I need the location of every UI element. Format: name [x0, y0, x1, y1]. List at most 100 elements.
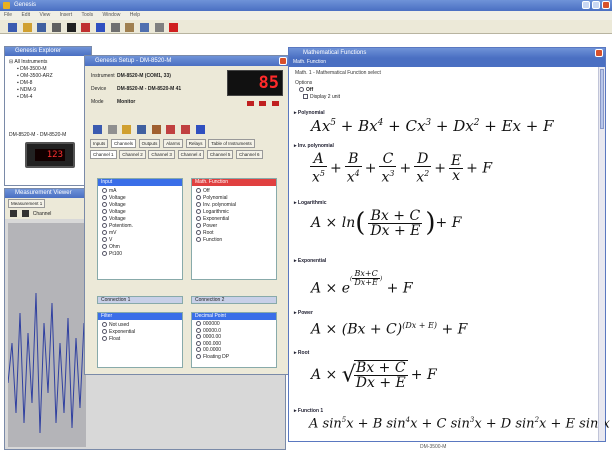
tree-item-root[interactable]: ⊟ All Instruments	[9, 59, 87, 66]
new-icon[interactable]	[8, 23, 17, 32]
arrow-left-icon[interactable]	[181, 125, 191, 134]
subtab-channel-1[interactable]: Channel 1	[90, 150, 117, 159]
write-icon[interactable]	[107, 125, 117, 134]
close-button[interactable]	[602, 1, 610, 9]
input-option[interactable]: Voltage	[102, 195, 178, 202]
math-scrollbar[interactable]	[598, 67, 605, 441]
math-option-display[interactable]: Display 2 unit	[289, 94, 605, 101]
menu-insert[interactable]: Insert	[60, 12, 73, 18]
subtab-channel-3[interactable]: Channel 3	[148, 150, 175, 159]
setup-toolbar	[85, 124, 289, 138]
math-options: Off Polynomial Inv. polynomial Logarithm…	[192, 186, 276, 246]
math-option[interactable]: Power	[196, 223, 272, 230]
record-icon[interactable]	[22, 210, 30, 217]
minimize-button[interactable]	[582, 1, 590, 9]
math-icon[interactable]	[140, 23, 150, 32]
input-option[interactable]: Voltage	[102, 216, 178, 223]
formula-logarithmic: A × ln(Bx + C Dx + E)+ F	[311, 207, 462, 239]
save-icon[interactable]	[37, 23, 47, 32]
input-group-title: Input	[98, 179, 182, 186]
chart-icon[interactable]	[96, 23, 106, 32]
tab-outputs[interactable]: Outputs	[138, 139, 161, 148]
arrow-right-icon[interactable]	[166, 125, 176, 134]
formula-inv-polynomial: Ax5 + Bx4 + Cx3 + Dx2 + Ex + F	[310, 151, 493, 186]
math-subheading: Math. 1 - Mathematical Function select	[295, 70, 381, 76]
filter-option[interactable]: Float	[102, 336, 178, 343]
menu-window[interactable]: Window	[103, 12, 121, 18]
status-text: DM-3500-M	[420, 444, 447, 450]
tab-channels[interactable]: Channels	[110, 139, 136, 148]
tab-table[interactable]: Table of Instruments	[208, 139, 255, 148]
device-button-icon[interactable]	[246, 101, 254, 106]
play-icon[interactable]	[10, 210, 17, 217]
open-icon[interactable]	[22, 23, 32, 32]
input-option[interactable]: Potentiom.	[102, 223, 178, 230]
device-display: 123	[35, 149, 65, 161]
math-group-title: Math. Function	[192, 179, 276, 186]
input-option[interactable]: Voltage	[102, 209, 178, 216]
math-option[interactable]: Inv. polynomial	[196, 202, 272, 209]
measure-icon[interactable]	[81, 23, 91, 32]
math-heading-bar: Math. Function	[289, 58, 605, 67]
device-button-icon[interactable]	[272, 101, 279, 106]
math-close-button[interactable]	[595, 49, 603, 57]
menu-tools[interactable]: Tools	[81, 12, 93, 18]
device-button-icon[interactable]	[259, 101, 267, 106]
filter-option[interactable]: Exponential	[102, 329, 178, 336]
function-label-polynomial: ▸ Polynomial	[294, 110, 325, 116]
compare-icon[interactable]	[151, 125, 161, 134]
input-option[interactable]: mV	[102, 230, 178, 237]
input-options: mA Voltage Voltage Voltage Voltage Poten…	[98, 186, 182, 260]
input-option[interactable]: Pt100	[102, 251, 178, 258]
setup-icon[interactable]	[110, 23, 120, 32]
tab-measurement-1[interactable]: Measurement 1	[8, 199, 46, 208]
subtab-channel-2[interactable]: Channel 2	[119, 150, 146, 159]
chart-icon[interactable]	[195, 125, 205, 134]
tree-item[interactable]: ▪ NDM-9	[9, 87, 87, 94]
menu-view[interactable]: View	[39, 12, 50, 18]
input-option[interactable]: V	[102, 237, 178, 244]
decimal-option[interactable]: Floating DP	[196, 354, 272, 361]
subtab-channel-4[interactable]: Channel 4	[177, 150, 205, 159]
save-icon[interactable]	[137, 125, 147, 134]
maximize-button[interactable]	[592, 1, 600, 9]
filter-option[interactable]: Not used	[102, 322, 178, 329]
math-option[interactable]: Logarithmic	[196, 209, 272, 216]
tab-relays[interactable]: Relays	[185, 139, 206, 148]
wrench-icon[interactable]	[125, 23, 135, 32]
open-icon[interactable]	[122, 125, 132, 134]
math-option[interactable]: Polynomial	[196, 195, 272, 202]
tab-inputs[interactable]: Inputs	[90, 139, 109, 148]
tab-alarms[interactable]: Alarms	[163, 139, 184, 148]
math-option[interactable]: Off	[196, 188, 272, 195]
math-scrollbar-thumb[interactable]	[600, 69, 604, 129]
math-option[interactable]: Root	[196, 230, 272, 237]
function-label-root: ▸ Root	[294, 350, 310, 356]
stop-icon[interactable]	[169, 23, 179, 32]
instrument-icon[interactable]	[66, 23, 76, 32]
tree-item[interactable]: ▪ DM-8	[9, 80, 87, 87]
function-label-power: ▸ Power	[294, 310, 313, 316]
connection-1-bar[interactable]: Connection 1	[97, 296, 183, 304]
connection-2-bar[interactable]: Connection 2	[191, 296, 277, 304]
input-option[interactable]: Ohm	[102, 244, 178, 251]
tree-item[interactable]: ▪ OM-3500-ARZ	[9, 73, 87, 80]
connect-icon[interactable]	[52, 23, 62, 32]
tree-item[interactable]: ▪ DM-4	[9, 94, 87, 101]
input-option[interactable]: Voltage	[102, 202, 178, 209]
math-heading: Math. Function	[293, 59, 327, 65]
menu-help[interactable]: Help	[130, 12, 140, 18]
input-option[interactable]: mA	[102, 188, 178, 195]
setup-close-button[interactable]	[279, 57, 287, 65]
subtab-channel-6[interactable]: Channel 6	[236, 150, 263, 159]
print-icon[interactable]	[154, 23, 164, 32]
math-option-off[interactable]: Off	[289, 87, 605, 94]
menu-file[interactable]: File	[4, 12, 12, 18]
math-option[interactable]: Exponential	[196, 216, 272, 223]
menu-edit[interactable]: Edit	[21, 12, 30, 18]
subtab-channel-5[interactable]: Channel 5	[206, 150, 234, 159]
math-option[interactable]: Function	[196, 237, 272, 244]
setup-title-bar: Genesis Setup - DM-8520-M	[85, 56, 289, 66]
tree-item[interactable]: ▪ DM-3500-M	[9, 66, 87, 73]
read-icon[interactable]	[93, 125, 102, 134]
